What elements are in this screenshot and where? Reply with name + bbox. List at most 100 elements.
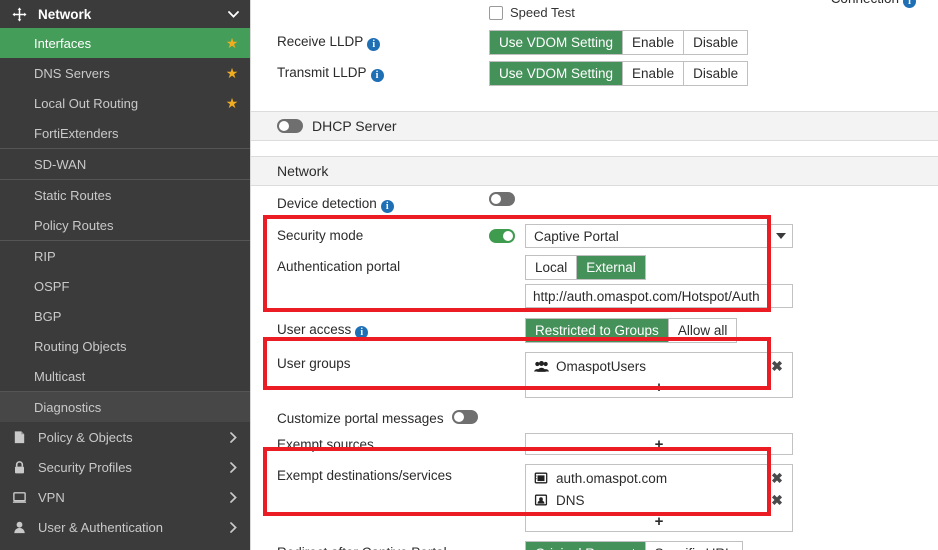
sidebar-item-label: OSPF xyxy=(34,278,70,294)
transmit-lldp-label: Transmit LLDP i xyxy=(277,61,489,82)
sidebar-item-interfaces[interactable]: Interfaces ★ xyxy=(0,28,250,58)
user-groups-row: User groups OmaspotUsers ✖ + xyxy=(251,346,938,401)
transmit-lldp-segmented-control[interactable]: Use VDOM Setting Enable Disable xyxy=(489,61,749,86)
chevron-right-icon xyxy=(226,521,240,533)
sidebar-item-fortiextenders[interactable]: FortiExtenders xyxy=(0,118,250,148)
exempt-sources-add-button[interactable]: + xyxy=(526,434,792,454)
sidebar-item-local-out-routing[interactable]: Local Out Routing ★ xyxy=(0,88,250,118)
sidebar-item-sd-wan[interactable]: SD-WAN xyxy=(0,149,250,179)
sidebar-item-routing-objects[interactable]: Routing Objects xyxy=(0,331,250,361)
connection-label-clipped: Connectioni xyxy=(831,0,916,8)
device-detection-toggle[interactable] xyxy=(489,192,515,206)
info-icon[interactable]: i xyxy=(370,69,384,82)
device-detection-label: Device detection i xyxy=(277,192,489,213)
user-access-segmented-control[interactable]: Restricted to Groups Allow all xyxy=(525,318,738,343)
user-access-option-restricted-to-groups[interactable]: Restricted to Groups xyxy=(526,319,669,342)
sidebar-section-label: Security Profiles xyxy=(38,459,132,475)
customize-portal-messages-row: Customize portal messages xyxy=(251,401,938,429)
remove-icon[interactable]: ✖ xyxy=(770,359,784,373)
interface-settings-panel: Connectioni Speed Test Receive LLDPi Use… xyxy=(250,0,938,550)
transmit-lldp-option-use-vdom-setting[interactable]: Use VDOM Setting xyxy=(490,62,624,85)
users-group-icon xyxy=(534,360,552,373)
sidebar-section-label: Policy & Objects xyxy=(38,429,133,445)
remove-icon[interactable]: ✖ xyxy=(770,493,784,507)
sidebar-item-label: SD-WAN xyxy=(34,156,87,172)
authentication-portal-label: Authentication portal xyxy=(277,259,401,274)
redirect-after-captive-portal-segmented-control[interactable]: Original Request Specific URL xyxy=(525,541,743,550)
favorite-star-icon[interactable]: ★ xyxy=(224,36,240,50)
sidebar-item-policy-routes[interactable]: Policy Routes xyxy=(0,210,250,240)
exempt-destinations-item[interactable]: auth.omaspot.com ✖ xyxy=(526,467,792,489)
chevron-right-icon xyxy=(226,461,240,473)
receive-lldp-option-disable[interactable]: Disable xyxy=(684,31,748,54)
user-access-option-allow-all[interactable]: Allow all xyxy=(668,319,737,342)
sidebar-item-bgp[interactable]: BGP xyxy=(0,301,250,331)
sidebar-item-multicast[interactable]: Multicast xyxy=(0,361,250,391)
sidebar-item-label: RIP xyxy=(34,248,56,264)
transmit-lldp-option-enable[interactable]: Enable xyxy=(623,62,685,85)
user-groups-item[interactable]: OmaspotUsers ✖ xyxy=(526,355,792,377)
receive-lldp-label: Receive LLDP i xyxy=(277,30,489,51)
fortigate-interface-edit-page: Network Interfaces ★ DNS Servers ★ Local… xyxy=(0,0,938,550)
chevron-down-icon xyxy=(226,10,240,18)
authentication-portal-segmented-control[interactable]: Local External xyxy=(525,255,646,280)
info-icon[interactable]: i xyxy=(380,200,394,213)
info-icon[interactable]: i xyxy=(367,38,381,51)
favorite-star-icon[interactable]: ★ xyxy=(224,96,240,110)
exempt-destinations-add-button[interactable]: + xyxy=(526,511,792,531)
user-groups-label: User groups xyxy=(277,356,351,371)
customize-portal-messages-toggle[interactable] xyxy=(451,410,478,424)
security-mode-toggle[interactable] xyxy=(489,229,515,243)
transmit-lldp-option-disable[interactable]: Disable xyxy=(684,62,748,85)
security-mode-selected-value: Captive Portal xyxy=(534,228,619,244)
sidebar-item-label: Diagnostics xyxy=(34,399,102,415)
user-groups-add-button[interactable]: + xyxy=(526,377,792,397)
nav-header-network[interactable]: Network xyxy=(0,0,250,28)
sidebar-item-label: Policy Routes xyxy=(34,217,114,233)
redirect-option-original-request[interactable]: Original Request xyxy=(526,542,646,550)
sidebar-item-user-and-authentication[interactable]: User & Authentication xyxy=(0,512,250,542)
sidebar-section-label: User & Authentication xyxy=(38,519,164,535)
sidebar-item-diagnostics[interactable]: Diagnostics xyxy=(0,392,250,422)
speed-test-checkbox[interactable] xyxy=(489,5,503,20)
receive-lldp-option-enable[interactable]: Enable xyxy=(623,31,685,54)
authentication-portal-option-local[interactable]: Local xyxy=(526,256,578,279)
exempt-destinations-item[interactable]: DNS ✖ xyxy=(526,489,792,511)
exempt-destinations-multiselect[interactable]: auth.omaspot.com ✖ DNS ✖ + xyxy=(525,464,793,532)
favorite-star-icon[interactable]: ★ xyxy=(224,66,240,80)
nav-header-label: Network xyxy=(38,6,92,22)
info-icon[interactable]: i xyxy=(355,326,369,339)
exempt-sources-row: Exempt sources + xyxy=(251,429,938,458)
info-icon[interactable]: i xyxy=(903,0,916,8)
network-section-label: Network xyxy=(277,163,329,179)
sidebar-item-ospf[interactable]: OSPF xyxy=(0,271,250,301)
sidebar-item-static-routes[interactable]: Static Routes xyxy=(0,180,250,210)
user-groups-multiselect[interactable]: OmaspotUsers ✖ + xyxy=(525,352,793,398)
exempt-sources-multiselect[interactable]: + xyxy=(525,433,793,455)
dhcp-server-section-header: DHCP Server xyxy=(251,111,938,141)
service-object-icon xyxy=(534,493,552,507)
remove-icon[interactable]: ✖ xyxy=(770,471,784,485)
dhcp-server-toggle[interactable] xyxy=(277,119,303,133)
sidebar-item-label: BGP xyxy=(34,308,62,324)
transmit-lldp-row: Transmit LLDP i Use VDOM Setting Enable D… xyxy=(251,58,938,89)
authentication-portal-url-input[interactable]: http://auth.omaspot.com/Hotspot/Auth xyxy=(525,284,793,308)
policy-icon xyxy=(12,430,32,445)
sidebar-item-dns-servers[interactable]: DNS Servers ★ xyxy=(0,58,250,88)
receive-lldp-segmented-control[interactable]: Use VDOM Setting Enable Disable xyxy=(489,30,749,55)
speed-test-row-spacer xyxy=(277,5,489,24)
exempt-destinations-label: Exempt destinations/services xyxy=(277,468,452,483)
sidebar-item-policy-and-objects[interactable]: Policy & Objects xyxy=(0,422,250,452)
redirect-option-specific-url[interactable]: Specific URL xyxy=(645,542,742,550)
chevron-right-icon xyxy=(226,431,240,443)
sidebar-item-security-profiles[interactable]: Security Profiles xyxy=(0,452,250,482)
receive-lldp-option-use-vdom-setting[interactable]: Use VDOM Setting xyxy=(490,31,624,54)
sidebar-item-vpn[interactable]: VPN xyxy=(0,482,250,512)
sidebar-item-rip[interactable]: RIP xyxy=(0,241,250,271)
move-arrows-icon xyxy=(12,6,32,22)
authentication-portal-option-external[interactable]: External xyxy=(577,256,645,279)
customize-portal-messages-label: Customize portal messages xyxy=(277,411,444,426)
security-mode-select[interactable]: Captive Portal xyxy=(525,224,793,248)
monitor-icon xyxy=(12,490,32,505)
